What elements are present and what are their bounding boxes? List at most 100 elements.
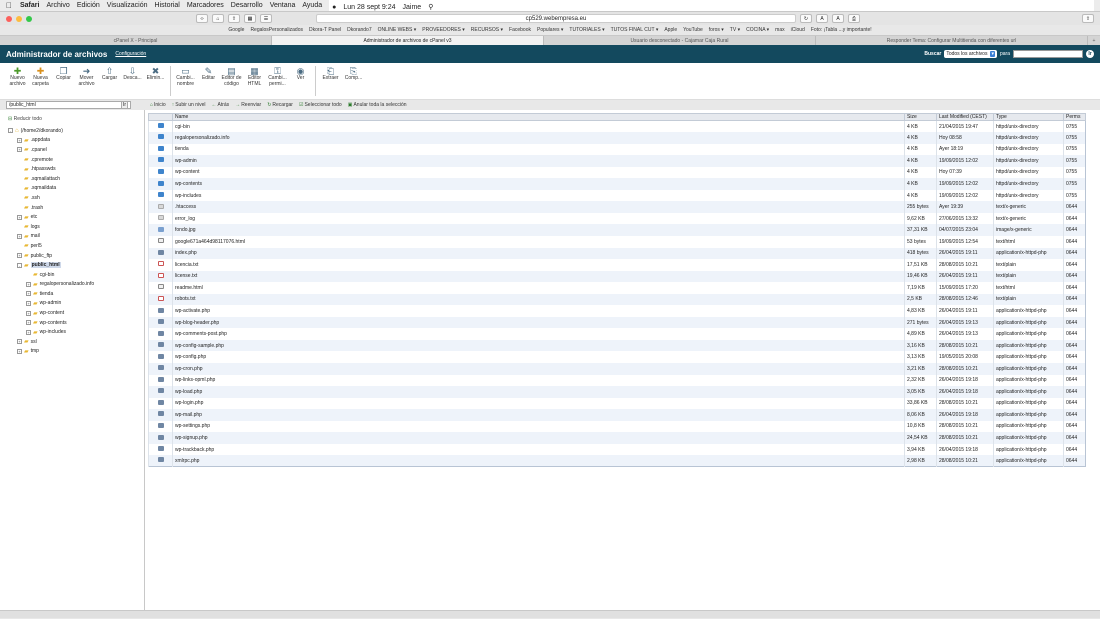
share-page-icon[interactable]: ⇧ <box>1082 14 1094 23</box>
tree-item[interactable]: - ▰ public_html <box>0 260 144 270</box>
table-row[interactable]: readme.html 7,19 KB 15/09/2015 17:20 text/h… <box>148 282 1086 294</box>
action-button[interactable]: ⇧ Cargar <box>98 66 121 82</box>
browser-tab[interactable]: cPanel X - Principal <box>0 36 272 45</box>
table-row[interactable]: regalopersonalizado.info 4 KB Hoy 08:58 htt… <box>148 132 1086 144</box>
tree-item[interactable]: ▰ .sqmailattach <box>0 174 144 184</box>
table-row[interactable]: wp-trackback.php 3,94 KB 26/04/2015 19:18 a… <box>148 443 1086 456</box>
table-row[interactable]: wp-config-sample.php 3,16 KB 28/08/2015 10… <box>148 339 1086 352</box>
table-row[interactable]: wp-cron.php 3,21 KB 28/08/2015 10:21 applic… <box>148 362 1086 375</box>
bookmark-item[interactable]: Facebook <box>509 27 531 33</box>
table-row[interactable]: wp-mail.php 8,06 KB 26/04/2015 19:18 applic… <box>148 409 1086 421</box>
nav-item[interactable]: ←Atrás <box>212 102 230 108</box>
expand-toggle-icon[interactable]: + <box>17 348 22 354</box>
menu-item[interactable]: Historial <box>155 2 180 9</box>
bookmark-item[interactable]: PROVEEDORES ▾ <box>422 27 465 33</box>
table-row[interactable]: index.php 418 bytes 26/04/2015 19:11 applic… <box>148 247 1086 260</box>
nav-item[interactable]: ⌂Inicio <box>150 102 166 108</box>
action-button[interactable]: ✚ Nueva carpeta <box>29 66 52 87</box>
tree-item[interactable]: + ▰ etc <box>0 212 144 222</box>
tree-item[interactable]: + ▰ tmp <box>0 347 144 357</box>
tree-item[interactable]: ▰ .cpremote <box>0 155 144 165</box>
back-forward-icon[interactable]: ‹› <box>196 14 208 23</box>
action-button[interactable]: ▦ Editor HTML <box>243 66 266 87</box>
clock[interactable]: Lun 28 sept 9:24 <box>343 4 395 11</box>
expand-toggle-icon[interactable]: + <box>17 214 22 220</box>
tree-item[interactable]: + ▰ wp-includes <box>0 327 144 337</box>
apple-icon[interactable]:  <box>6 1 12 10</box>
menu-item[interactable]: Marcadores <box>187 2 224 9</box>
action-button[interactable]: ⚿ Cambi... permi... <box>266 66 289 87</box>
expand-toggle-icon[interactable]: + <box>26 281 31 287</box>
column-header[interactable]: Name <box>172 113 905 121</box>
bookmark-item[interactable]: TV ▾ <box>730 27 740 33</box>
bookmark-item[interactable]: RegalosPersonalizados <box>250 27 303 33</box>
action-button[interactable]: ✎ Editar <box>197 66 220 82</box>
bookmark-item[interactable]: Google <box>228 27 244 33</box>
menu-item[interactable]: Ayuda <box>302 2 322 9</box>
bookmark-item[interactable]: Foto: ¡Tabla ...y importante! <box>811 27 872 33</box>
tree-item[interactable]: + ▰ wp-contents <box>0 318 144 328</box>
table-row[interactable]: wp-includes 4 KB 19/09/2015 12:02 httpd/uni… <box>148 189 1086 202</box>
bookmark-item[interactable]: COCINA ▾ <box>746 27 769 33</box>
table-row[interactable]: wp-content 4 KB Hoy 07:39 httpd/unix-direct… <box>148 166 1086 179</box>
expand-toggle-icon[interactable]: + <box>17 137 22 143</box>
bookmark-item[interactable]: foros ▾ <box>709 27 724 33</box>
action-button[interactable]: ⎘ Comp... <box>342 66 365 82</box>
search-icon[interactable]: ⚲ <box>428 3 433 11</box>
tree-item[interactable]: - ⌂ (/home2/dkorando) <box>0 126 144 136</box>
nav-item[interactable]: ↻Recargar <box>267 102 293 108</box>
column-header[interactable]: Perms <box>1063 113 1086 121</box>
expand-toggle-icon[interactable]: + <box>26 300 31 306</box>
table-row[interactable]: google671a464d98117076.html 53 bytes 19/09… <box>148 235 1086 248</box>
tree-item[interactable]: + ▰ wp-content <box>0 308 144 318</box>
tree-item[interactable]: + ▰ wp-admin <box>0 299 144 309</box>
tree-item[interactable]: ▰ logs <box>0 222 144 232</box>
column-header[interactable]: Size <box>904 113 937 121</box>
tree-item[interactable]: + ▰ tienda <box>0 289 144 299</box>
action-button[interactable]: ▭ Cambi... nombre <box>174 66 197 87</box>
config-link[interactable]: Configuración <box>115 51 146 57</box>
table-row[interactable]: wp-blog-header.php 271 bytes 26/04/2015 19… <box>148 316 1086 329</box>
tree-item[interactable]: ▰ cgi-bin <box>0 270 144 280</box>
expand-toggle-icon[interactable]: - <box>17 262 22 268</box>
tree-item[interactable]: + ▰ public_ftp <box>0 251 144 261</box>
menu-item[interactable]: Desarrollo <box>231 2 263 9</box>
reading-list-icon[interactable]: ☰ <box>260 14 272 23</box>
expand-toggle-icon[interactable]: + <box>17 233 22 239</box>
tree-item[interactable]: ▰ .htpasswds <box>0 164 144 174</box>
table-row[interactable]: wp-contents 4 KB 19/09/2015 12:02 httpd/uni… <box>148 178 1086 190</box>
menu-item[interactable]: Edición <box>77 2 100 9</box>
expand-toggle-icon[interactable]: + <box>26 320 31 326</box>
browser-tab[interactable]: Administrador de archivos de cPanel v3 <box>272 36 544 45</box>
print-icon[interactable]: ⎙ <box>848 14 860 23</box>
menu-item[interactable]: Visualización <box>107 2 148 9</box>
font-larger-icon[interactable]: A <box>832 14 844 23</box>
search-go-button[interactable]: Ir <box>1086 50 1094 58</box>
tree-item[interactable]: ▰ perl5 <box>0 241 144 251</box>
action-button[interactable]: ✖ Elimin... <box>144 66 167 82</box>
nav-item[interactable]: ▣Anular toda la selección <box>348 102 407 108</box>
menu-item[interactable]: Ventana <box>270 2 296 9</box>
zoom-window-icon[interactable] <box>26 15 32 22</box>
browser-tab[interactable]: Usuario desconectado - Cajamar Caja Rura… <box>544 36 816 45</box>
bookmark-item[interactable]: Dkorando7 <box>347 27 371 33</box>
action-button[interactable]: ◉ Ver <box>289 66 312 82</box>
bookmark-item[interactable]: iCloud <box>791 27 805 33</box>
table-row[interactable]: error_log 9,62 KB 27/06/2015 13:32 text/x-g… <box>148 212 1086 225</box>
table-row[interactable]: license.txt 19,46 KB 26/04/2015 19:11 text/… <box>148 270 1086 283</box>
user-name[interactable]: Jaime <box>403 4 422 11</box>
table-row[interactable]: wp-admin 4 KB 19/09/2015 12:02 httpd/unix-d… <box>148 155 1086 167</box>
table-row[interactable]: cgi-bin 4 KB 21/04/2015 19:47 httpd/unix-di… <box>148 120 1086 133</box>
table-row[interactable]: wp-load.php 3,05 KB 26/04/2015 19:18 applic… <box>148 386 1086 398</box>
path-input[interactable]: /public_html Ir <box>6 101 131 109</box>
table-row[interactable]: wp-comments-post.php 4,89 KB 26/04/2015 19… <box>148 328 1086 340</box>
table-row[interactable]: fondo.jpg 37,31 KB 04/07/2015 23:04 image/x… <box>148 224 1086 236</box>
font-smaller-icon[interactable]: A <box>816 14 828 23</box>
table-row[interactable]: wp-settings.php 10,8 KB 28/08/2015 10:21 ap… <box>148 420 1086 433</box>
collapse-all-link[interactable]: ⊟ Reducir todo <box>0 116 144 122</box>
tree-item[interactable]: + ▰ .appdata <box>0 136 144 146</box>
column-header[interactable]: Last Modified (CEST) <box>936 113 994 121</box>
expand-toggle-icon[interactable]: - <box>8 128 13 134</box>
bookmark-item[interactable]: Dkora-T Panel <box>309 27 341 33</box>
nav-item[interactable]: ↑Subir un nivel <box>172 102 206 108</box>
